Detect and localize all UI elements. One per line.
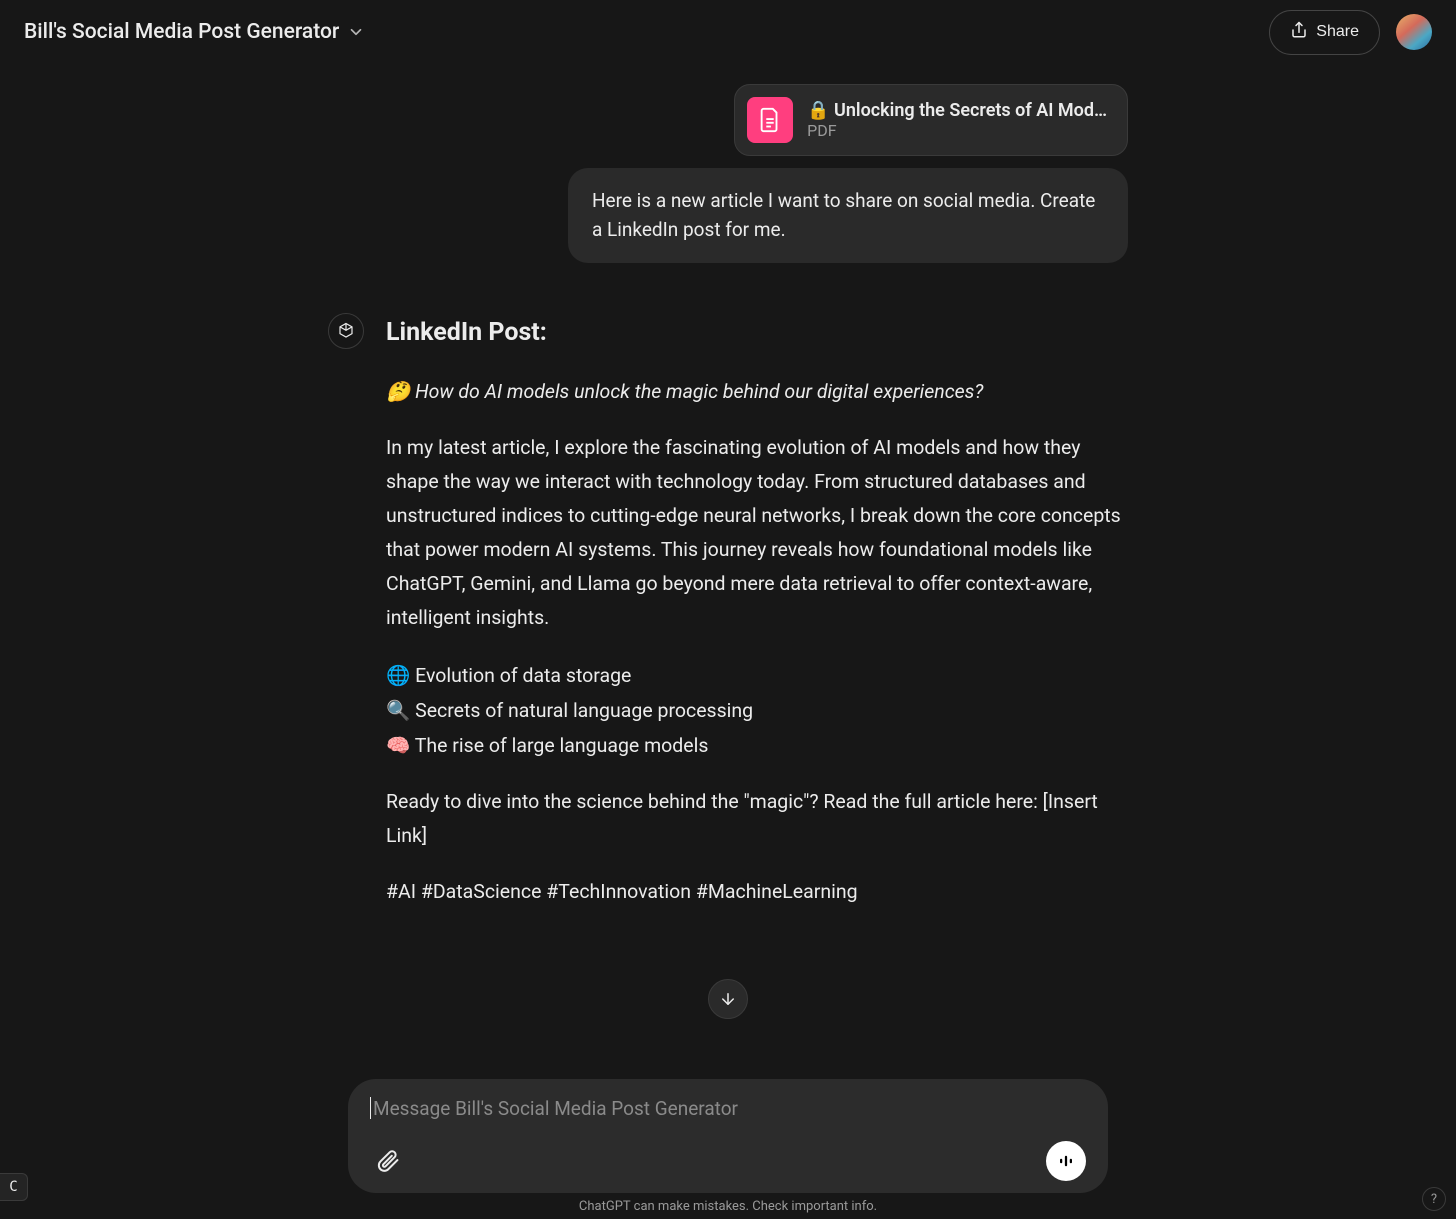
help-button[interactable]: ? [1422,1187,1446,1211]
share-label: Share [1316,23,1359,41]
bullet-item: 🌐 Evolution of data storage [386,658,1128,693]
share-button[interactable]: Share [1269,10,1380,55]
post-heading: LinkedIn Post: [386,311,1128,355]
document-icon [747,97,793,143]
attachment-title: 🔒 Unlocking the Secrets of AI Mod… [807,100,1107,121]
user-turn: 🔒 Unlocking the Secrets of AI Mod… PDF H… [328,84,1128,263]
corner-badge: C [0,1173,28,1201]
disclaimer: ChatGPT can make mistakes. Check importa… [0,1199,1456,1214]
header-actions: Share [1269,10,1432,55]
scroll-to-bottom-button[interactable] [708,979,748,1019]
chevron-down-icon [347,23,365,41]
bullet-item: 🔍 Secrets of natural language processing [386,693,1128,728]
file-attachment[interactable]: 🔒 Unlocking the Secrets of AI Mod… PDF [734,84,1128,156]
post-cta: Ready to dive into the science behind th… [386,785,1128,853]
post-bullets: 🌐 Evolution of data storage 🔍 Secrets of… [386,658,1128,763]
user-avatar[interactable] [1396,14,1432,50]
bullet-item: 🧠 The rise of large language models [386,728,1128,763]
placeholder-text: Message Bill's Social Media Post Generat… [373,1097,738,1120]
message-input[interactable]: Message Bill's Social Media Post Generat… [370,1097,738,1120]
share-icon [1290,21,1308,44]
header: Bill's Social Media Post Generator Share [0,0,1456,64]
attach-file-button[interactable] [370,1143,406,1179]
assistant-avatar [328,313,364,349]
composer: Message Bill's Social Media Post Generat… [348,1079,1108,1193]
attachment-text: 🔒 Unlocking the Secrets of AI Mod… PDF [807,100,1107,140]
message-input-box[interactable]: Message Bill's Social Media Post Generat… [348,1079,1108,1193]
post-hook: 🤔 How do AI models unlock the magic behi… [386,375,1128,409]
post-body: In my latest article, I explore the fasc… [386,431,1128,636]
user-message: Here is a new article I want to share on… [568,168,1128,263]
chat-thread: 🔒 Unlocking the Secrets of AI Mod… PDF H… [328,64,1128,1059]
app-title: Bill's Social Media Post Generator [24,20,339,44]
assistant-content: LinkedIn Post: 🤔 How do AI models unlock… [386,311,1128,931]
assistant-turn: LinkedIn Post: 🤔 How do AI models unlock… [328,311,1128,931]
post-hashtags: #AI #DataScience #TechInnovation #Machin… [386,875,1128,909]
attachment-subtitle: PDF [807,121,1107,140]
app-title-dropdown[interactable]: Bill's Social Media Post Generator [24,20,365,44]
voice-input-button[interactable] [1046,1141,1086,1181]
